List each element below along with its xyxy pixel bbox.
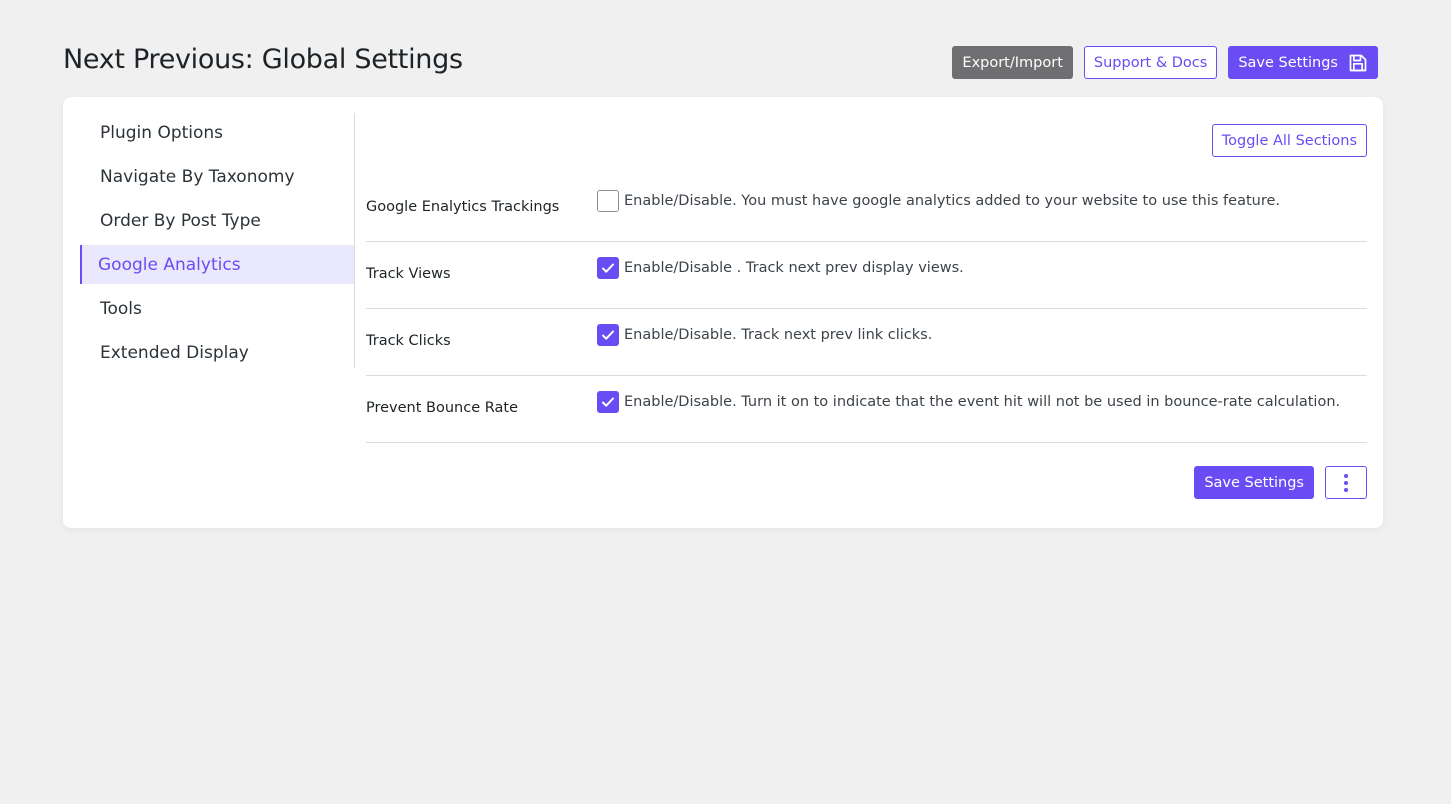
sidebar-item-label: Plugin Options [100,122,224,143]
toggle-all-sections-button[interactable]: Toggle All Sections [1211,124,1367,157]
setting-row: Track Clicks Enable/Disable. Track next … [366,309,1367,376]
settings-table: Google Enalytics Trackings Enable/Disabl… [366,175,1367,443]
setting-label: Track Views [366,266,451,282]
setting-description: Enable/Disable . Track next prev display… [624,260,964,276]
setting-row: Google Enalytics Trackings Enable/Disabl… [366,175,1367,242]
save-settings-label: Save Settings [1238,54,1338,71]
page-title: Next Previous: Global Settings [63,44,463,75]
sidebar-item-label: Extended Display [100,342,249,363]
sidebar-item-extended-display[interactable]: Extended Display [80,333,354,372]
setting-field: Enable/Disable . Track next prev display… [597,257,964,279]
prevent-bounce-rate-checkbox[interactable] [597,391,619,413]
save-settings-button[interactable]: Save Settings [1228,46,1378,79]
sidebar-item-tools[interactable]: Tools [80,289,354,328]
sidebar-item-navigate-by-taxonomy[interactable]: Navigate By Taxonomy [80,157,354,196]
setting-description: Enable/Disable. You must have google ana… [624,193,1281,209]
footer-save-settings-button[interactable]: Save Settings [1194,466,1314,499]
sidebar-item-label: Google Analytics [98,254,241,275]
track-views-checkbox[interactable] [597,257,619,279]
sidebar-item-label: Order By Post Type [100,210,261,231]
setting-label: Track Clicks [366,333,451,349]
sidebar-item-plugin-options[interactable]: Plugin Options [80,113,354,152]
vertical-dots-icon [1344,473,1348,492]
footer-actions: Save Settings [1194,466,1367,499]
more-options-button[interactable] [1325,466,1367,499]
setting-label: Prevent Bounce Rate [366,400,518,416]
setting-field: Enable/Disable. Track next prev link cli… [597,324,932,346]
setting-row: Track Views Enable/Disable . Track next … [366,242,1367,309]
sidebar-item-label: Tools [100,298,142,319]
setting-field: Enable/Disable. You must have google ana… [597,190,1280,212]
setting-description: Enable/Disable. Turn it on to indicate t… [624,394,1341,410]
settings-content: Toggle All Sections Google Enalytics Tra… [366,113,1367,528]
checkmark-icon [602,330,614,340]
setting-description: Enable/Disable. Track next prev link cli… [624,327,933,343]
export-import-button[interactable]: Export/Import [952,46,1073,79]
track-clicks-checkbox[interactable] [597,324,619,346]
sidebar-item-order-by-post-type[interactable]: Order By Post Type [80,201,354,240]
sidebar-item-label: Navigate By Taxonomy [100,166,295,187]
save-icon [1349,54,1367,71]
setting-field: Enable/Disable. Turn it on to indicate t… [597,391,1340,413]
setting-label: Google Enalytics Trackings [366,199,560,215]
checkmark-icon [602,397,614,407]
sidebar-item-google-analytics[interactable]: Google Analytics [80,245,354,284]
settings-sidebar: Plugin Options Navigate By Taxonomy Orde… [80,113,355,368]
settings-card: Plugin Options Navigate By Taxonomy Orde… [63,97,1383,528]
setting-row: Prevent Bounce Rate Enable/Disable. Turn… [366,376,1367,443]
support-docs-button[interactable]: Support & Docs [1083,46,1218,79]
google-tracking-checkbox[interactable] [597,190,619,212]
header-actions: Export/Import Support & Docs Save Settin… [952,46,1378,79]
checkmark-icon [602,263,614,273]
